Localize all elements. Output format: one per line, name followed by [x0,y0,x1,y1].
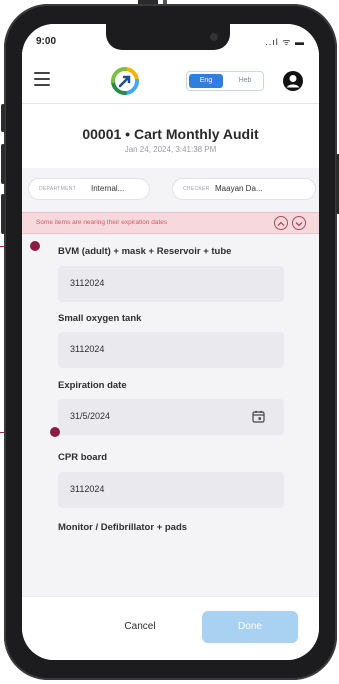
audit-title-block: 00001 • Cart Monthly Audit Jan 24, 2024,… [22,104,319,168]
notch [106,24,230,50]
volume-up-button [1,104,5,132]
checker-value: Maayan Da... [215,184,263,193]
expiration-date-field[interactable]: 31/5/2024 [58,399,284,435]
item-value-bvm: 3112024 [70,278,105,288]
phone-frame: 9:00 ..ıl ᯤ ▬ Eng Heb 00001 • Cart Month… [1,4,339,680]
user-icon[interactable] [282,70,304,92]
chevron-up-icon[interactable] [274,216,288,230]
app-screen: 9:00 ..ıl ᯤ ▬ Eng Heb 00001 • Cart Month… [22,24,319,660]
camera-icon [210,33,218,41]
calendar-icon[interactable] [252,410,265,423]
status-time: 9:00 [36,36,57,47]
chevron-down-icon[interactable] [292,216,306,230]
language-toggle: Eng Heb [186,71,264,91]
audit-date: Jan 24, 2024, 3:41:38 PM [124,145,217,154]
item-field-cpr-board[interactable]: 3112024 [58,472,284,508]
item-label-bvm: BVM (adult) + mask + Reservoir + tube [58,246,232,257]
signal-wifi-battery-icon: ..ıl ᯤ ▬ [265,37,305,47]
audit-title: 00001 • Cart Monthly Audit [82,126,259,142]
expiration-date-value: 31/5/2024 [70,411,111,421]
menu-icon[interactable] [34,72,50,86]
alert-text: Some items are nearing their expiration … [36,219,168,226]
volume-down-button [1,144,5,184]
callout-dot-expiration [50,427,60,437]
item-label-cpr-board: CPR board [58,452,108,463]
item-field-bvm[interactable]: 3112024 [58,266,284,302]
department-value: Internal... [91,184,125,193]
item-value-small-oxygen: 3112024 [70,344,105,354]
item-label-expiration-date: Expiration date [58,380,127,391]
item-label-monitor-defibrillator: Monitor / Defibrillator + pads [58,522,188,533]
callout-dot-alert [30,241,40,251]
form-footer: Cancel Done [22,596,319,660]
done-button[interactable]: Done [202,611,298,643]
volume-down-button-2 [1,194,5,234]
item-value-cpr-board: 3112024 [70,484,105,494]
checker-label: CHECKER [183,186,210,192]
checker-chip[interactable]: CHECKER Maayan Da... [172,178,316,200]
expiration-alert: Some items are nearing their expiration … [22,212,319,234]
status-bar: 9:00 ..ıl ᯤ ▬ [22,24,319,58]
lang-eng-button[interactable]: Eng [189,74,223,88]
lang-heb-button[interactable]: Heb [229,74,261,88]
department-chip[interactable]: DEPARTMENT Internal... [28,178,150,200]
item-field-small-oxygen[interactable]: 3112024 [58,332,284,368]
audit-info-chips: DEPARTMENT Internal... CHECKER Maayan Da… [22,168,319,216]
item-label-small-oxygen: Small oxygen tank [58,313,142,324]
cancel-button[interactable]: Cancel [112,615,168,639]
device-mockup: 9:00 ..ıl ᯤ ▬ Eng Heb 00001 • Cart Month… [0,0,339,684]
logo-icon [111,67,139,95]
department-label: DEPARTMENT [39,186,76,192]
app-header: Eng Heb [22,58,319,104]
